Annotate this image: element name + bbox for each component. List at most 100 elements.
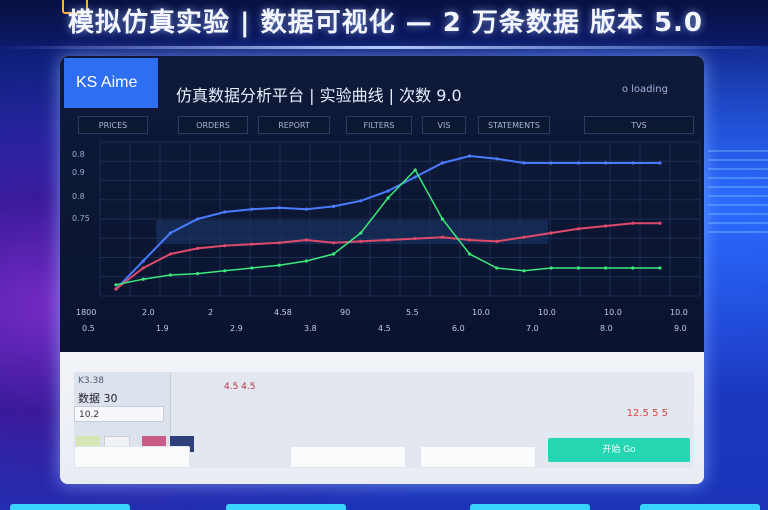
- data-point: [332, 252, 336, 256]
- panel-status: o loading: [621, 84, 668, 95]
- x-tick-label-top: 10.0: [670, 308, 688, 317]
- data-point: [114, 283, 118, 287]
- data-point: [386, 238, 390, 242]
- data-point: [631, 161, 635, 165]
- data-point: [114, 287, 118, 291]
- bottom-tab-strip: [0, 504, 768, 510]
- data-point: [631, 221, 635, 225]
- tab-filters[interactable]: FILTERS: [346, 116, 412, 134]
- x-tick-label-bottom: 0.5: [82, 324, 95, 333]
- data-point: [168, 252, 172, 256]
- x-tick-label-bottom: 4.5: [378, 324, 391, 333]
- data-point: [468, 238, 472, 242]
- start-button[interactable]: 开始 Go: [548, 438, 690, 462]
- data-point: [223, 210, 227, 214]
- data-point: [522, 161, 526, 165]
- data-point: [386, 189, 390, 193]
- banner-title: 模拟仿真实验 | 数据可视化 — 2 万条数据 版本 5.0: [68, 8, 704, 38]
- bottom-tab[interactable]: [226, 504, 346, 510]
- data-point: [468, 252, 472, 256]
- bottom-tab[interactable]: [470, 504, 590, 510]
- data-point: [440, 161, 444, 165]
- tab-statements[interactable]: STATEMENTS: [478, 116, 550, 134]
- data-point: [332, 241, 336, 245]
- x-tick-label-top: 10.0: [472, 308, 490, 317]
- data-point: [604, 224, 608, 228]
- data-point: [440, 235, 444, 239]
- data-point: [359, 231, 363, 235]
- data-point: [522, 235, 526, 239]
- data-point: [495, 266, 499, 270]
- x-tick-label-bottom: 1.9: [156, 324, 169, 333]
- data-point: [250, 242, 254, 246]
- panel-title: 仿真数据分析平台 | 实验曲线 | 次数 9.0: [176, 86, 462, 105]
- data-point: [576, 266, 581, 270]
- data-point: [495, 157, 499, 161]
- data-point: [604, 266, 608, 270]
- control-area: K3.38 数据 30 10.2 4.5 4.5 12.5 5 5 开始 Go: [60, 352, 704, 484]
- data-point: [141, 277, 145, 281]
- caption-text: 4.5 4.5: [224, 382, 256, 392]
- tab-bar: PRICES ORDERS REPORT FILTERS VIS STATEME…: [78, 116, 698, 134]
- option-button-1[interactable]: [74, 446, 190, 468]
- tab-prices[interactable]: PRICES: [78, 116, 148, 134]
- x-tick-label-top: 2.0: [142, 308, 155, 317]
- x-tick-label-top: 5.5: [406, 308, 419, 317]
- data-point: [304, 207, 308, 211]
- data-point: [250, 207, 254, 211]
- data-point: [631, 266, 635, 270]
- data-point: [658, 161, 662, 165]
- bottom-tab[interactable]: [10, 504, 130, 510]
- data-point: [141, 266, 145, 270]
- data-point: [386, 196, 390, 200]
- option-button-3[interactable]: [420, 446, 536, 468]
- x-tick-label-bottom: 3.8: [304, 324, 317, 333]
- x-tick-label-bottom: 2.9: [230, 324, 243, 333]
- data-point: [495, 239, 499, 243]
- top-banner: 模拟仿真实验 | 数据可视化 — 2 万条数据 版本 5.0: [0, 0, 768, 46]
- data-point: [304, 259, 308, 263]
- x-tick-label-bottom: 9.0: [674, 324, 687, 333]
- data-point: [440, 217, 444, 221]
- data-point: [576, 161, 581, 165]
- data-point: [196, 272, 200, 276]
- data-point: [549, 161, 553, 165]
- data-point: [468, 154, 472, 158]
- x-tick-label-top: 10.0: [604, 308, 622, 317]
- data-point: [223, 269, 227, 273]
- data-point: [413, 168, 417, 172]
- chart-panel: KS Aime 仿真数据分析平台 | 实验曲线 | 次数 9.0 o loadi…: [60, 56, 704, 352]
- app-window: KS Aime 仿真数据分析平台 | 实验曲线 | 次数 9.0 o loadi…: [60, 56, 704, 484]
- data-point: [549, 231, 553, 235]
- x-tick-label-bottom: 7.0: [526, 324, 539, 333]
- data-point: [196, 246, 200, 250]
- line-chart: [99, 141, 701, 297]
- x-tick-label-top: 4.58: [274, 308, 292, 317]
- tab-report[interactable]: REPORT: [258, 116, 330, 134]
- bottom-tab[interactable]: [640, 504, 760, 510]
- data-point: [604, 161, 608, 165]
- data-point: [549, 266, 553, 270]
- glow-divider: [0, 46, 768, 49]
- data-point: [250, 266, 254, 270]
- value-input[interactable]: 10.2: [74, 406, 164, 422]
- data-point: [576, 227, 581, 231]
- tab-vis[interactable]: VIS: [422, 116, 466, 134]
- x-tick-label-bottom: 6.0: [452, 324, 465, 333]
- data-point: [522, 269, 526, 273]
- app-logo: KS Aime: [64, 58, 158, 108]
- data-point: [277, 263, 281, 267]
- data-point: [304, 238, 308, 242]
- tab-tvs[interactable]: TVS: [584, 116, 694, 134]
- chart-grid: [99, 141, 701, 297]
- data-point: [413, 237, 417, 241]
- card-title: K3.38: [78, 376, 104, 386]
- data-point: [332, 204, 336, 208]
- data-point: [413, 175, 417, 179]
- option-button-2[interactable]: [290, 446, 406, 468]
- decorative-stripes: [708, 150, 768, 240]
- data-point: [141, 259, 145, 263]
- data-point: [359, 239, 363, 243]
- tab-orders[interactable]: ORDERS: [178, 116, 248, 134]
- x-tick-label-top: 90: [340, 308, 351, 317]
